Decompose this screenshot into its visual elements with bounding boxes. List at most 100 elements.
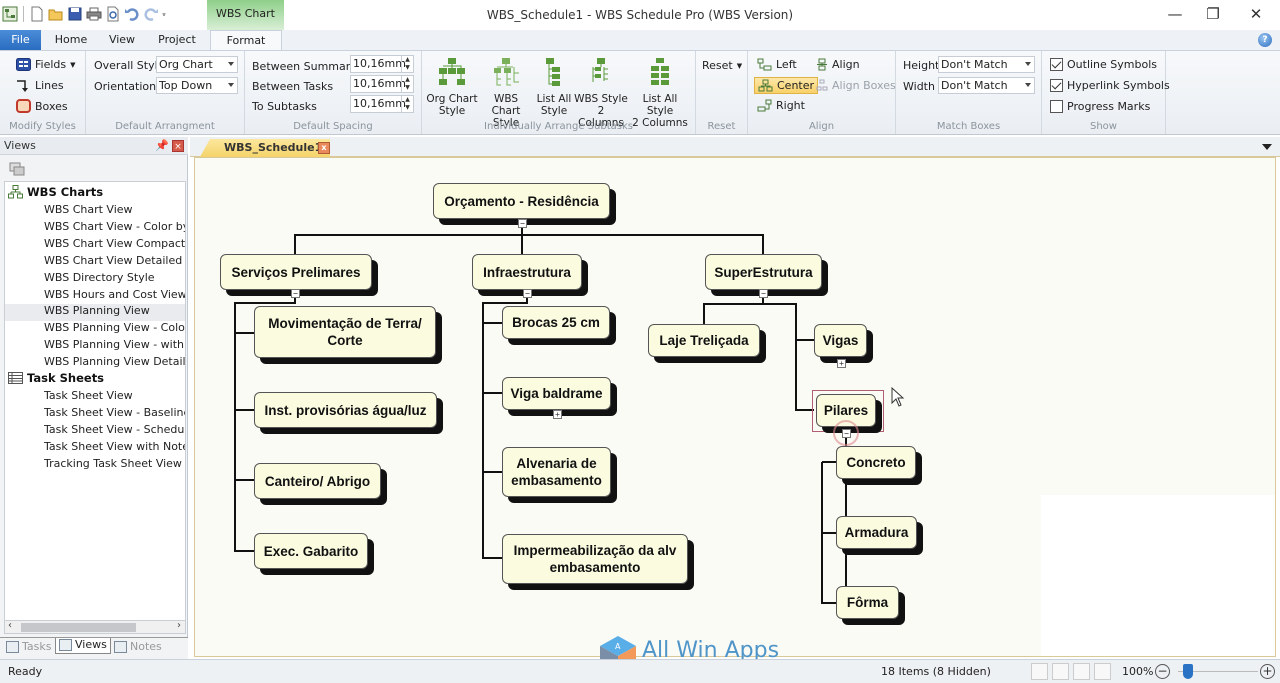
wbs-node-task[interactable]: Concreto bbox=[836, 446, 916, 479]
spin-up-icon[interactable]: ▲ bbox=[402, 96, 413, 104]
expand-icon[interactable]: + bbox=[553, 410, 562, 419]
tree-item-view[interactable]: WBS Chart View Detailed bbox=[44, 254, 185, 267]
boxes-button[interactable]: Boxes bbox=[16, 99, 68, 113]
tree-item-view-selected[interactable]: WBS Planning View bbox=[5, 304, 185, 321]
tree-item-view[interactable]: Task Sheet View with Notes bbox=[44, 440, 185, 453]
checkbox-checked[interactable] bbox=[1050, 79, 1063, 92]
wbs-node-task[interactable]: Alvenaria de embasamento bbox=[502, 447, 611, 497]
tab-file[interactable]: File bbox=[0, 30, 41, 50]
outline-view-icon[interactable] bbox=[1073, 663, 1090, 680]
collapse-icon[interactable]: − bbox=[518, 219, 527, 228]
tab-home[interactable]: Home bbox=[50, 30, 92, 50]
wbs-chart-canvas[interactable]: Orçamento - Residência − Serviços Prelim… bbox=[194, 157, 1276, 657]
width-match-select[interactable]: Don't Match bbox=[938, 77, 1035, 94]
help-icon[interactable]: ? bbox=[1258, 33, 1272, 47]
progress-marks-checkbox[interactable]: Progress Marks bbox=[1050, 100, 1150, 113]
scrollbar-thumb[interactable] bbox=[21, 623, 136, 632]
tab-project[interactable]: Project bbox=[152, 30, 202, 50]
wbs-node-root[interactable]: Orçamento - Residência bbox=[433, 183, 610, 219]
align-center-button[interactable]: Center bbox=[754, 77, 819, 94]
tree-item-view[interactable]: Task Sheet View - Baseline bbox=[44, 406, 185, 419]
wbs-node-task[interactable]: Brocas 25 cm bbox=[502, 306, 610, 339]
wbs-chart-view-icon[interactable] bbox=[1031, 663, 1048, 680]
tree-item-view[interactable]: WBS Chart View - Color by L bbox=[44, 220, 185, 233]
wbs-node-task[interactable]: Armadura bbox=[836, 516, 917, 549]
document-list-dropdown-icon[interactable] bbox=[1262, 144, 1272, 150]
wbs-node-summary[interactable]: Serviços Prelimares bbox=[220, 254, 372, 290]
spin-up-icon[interactable]: ▲ bbox=[402, 76, 413, 84]
close-document-button[interactable]: x bbox=[318, 142, 330, 154]
collapse-icon[interactable]: − bbox=[759, 289, 768, 298]
expand-icon[interactable]: + bbox=[837, 359, 846, 368]
wbs-node-task[interactable]: Inst. provisórias água/luz bbox=[254, 392, 437, 428]
orientation-select[interactable]: Top Down bbox=[156, 77, 238, 94]
tab-view[interactable]: View bbox=[103, 30, 141, 50]
close-panel-button[interactable]: × bbox=[172, 140, 184, 152]
list-all-style-button[interactable]: List All Style bbox=[534, 57, 574, 117]
copy-view-icon[interactable] bbox=[9, 162, 25, 176]
tab-views[interactable]: Views bbox=[55, 638, 111, 654]
hyperlink-symbols-checkbox[interactable]: Hyperlink Symbols bbox=[1050, 79, 1170, 92]
height-match-select[interactable]: Don't Match bbox=[938, 56, 1035, 73]
zoom-out-button[interactable]: − bbox=[1155, 664, 1170, 679]
minimize-button[interactable]: — bbox=[1160, 4, 1190, 24]
outline-symbols-checkbox[interactable]: Outline Symbols bbox=[1050, 58, 1157, 71]
spin-up-icon[interactable]: ▲ bbox=[402, 56, 413, 64]
tree-item-view[interactable]: Tracking Task Sheet View bbox=[44, 457, 185, 470]
wbs-node-task[interactable]: Movimentação de Terra/ Corte bbox=[254, 306, 436, 358]
tree-item-view[interactable]: WBS Chart View bbox=[44, 203, 185, 216]
org-chart-style-button[interactable]: Org Chart Style bbox=[426, 57, 478, 117]
tree-item-view[interactable]: WBS Planning View - with W bbox=[44, 338, 185, 351]
tree-category-wbs-charts[interactable]: WBS Charts bbox=[8, 185, 103, 199]
spin-down-icon[interactable]: ▼ bbox=[402, 104, 413, 112]
tree-item-view[interactable]: Task Sheet View bbox=[44, 389, 185, 402]
wbs-node-summary[interactable]: SuperEstrutura bbox=[705, 254, 822, 290]
wbs-node-task[interactable]: Exec. Gabarito bbox=[254, 533, 368, 569]
between-summaries-stepper[interactable]: 10,16mm ▲ ▼ bbox=[350, 55, 414, 73]
wbs-chart-style-button[interactable]: WBS Chart Style bbox=[478, 57, 534, 129]
wbs-node-summary[interactable]: Infraestrutura bbox=[472, 254, 582, 290]
tree-item-view[interactable]: WBS Planning View Detailed bbox=[44, 355, 185, 368]
wbs-node-task[interactable]: Fôrma bbox=[836, 586, 899, 619]
tree-item-view[interactable]: WBS Planning View - Color b bbox=[44, 321, 185, 334]
align-button[interactable]: Align bbox=[816, 58, 860, 71]
scroll-right-icon[interactable]: › bbox=[177, 620, 181, 631]
close-window-button[interactable]: ✕ bbox=[1241, 4, 1271, 24]
tree-item-view[interactable]: WBS Chart View Compact bbox=[44, 237, 185, 250]
wbs-node-task[interactable]: Vigas bbox=[814, 324, 867, 357]
horizontal-scrollbar[interactable]: ‹ › bbox=[4, 620, 186, 634]
maximize-button[interactable]: ❐ bbox=[1198, 4, 1228, 24]
checkbox-checked[interactable] bbox=[1050, 58, 1063, 71]
wbs-node-task[interactable]: Viga baldrame bbox=[502, 377, 611, 410]
spin-down-icon[interactable]: ▼ bbox=[402, 84, 413, 92]
overall-style-select[interactable]: Org Chart bbox=[156, 56, 238, 73]
wbs-node-task[interactable]: Canteiro/ Abrigo bbox=[254, 463, 381, 499]
collapse-icon[interactable]: − bbox=[523, 289, 532, 298]
list-all-style-2-columns-button[interactable]: List All Style 2 Columns bbox=[628, 57, 692, 129]
zoom-slider-thumb[interactable] bbox=[1182, 664, 1193, 679]
tab-format[interactable]: Format bbox=[210, 30, 282, 51]
collapse-icon[interactable]: − bbox=[291, 289, 300, 298]
tree-category-task-sheets[interactable]: Task Sheets bbox=[8, 371, 104, 385]
align-right-button[interactable]: Right bbox=[757, 99, 805, 112]
lines-button[interactable]: Lines bbox=[16, 79, 64, 92]
wbs-style-2-columns-button[interactable]: WBS Style 2 Columns bbox=[574, 57, 628, 129]
tab-notes[interactable]: Notes bbox=[114, 640, 162, 653]
spin-down-icon[interactable]: ▼ bbox=[402, 64, 413, 72]
network-view-icon[interactable] bbox=[1052, 663, 1069, 680]
fields-button[interactable]: Fields ▼ bbox=[16, 58, 76, 71]
to-subtasks-stepper[interactable]: 10,16mm ▲ ▼ bbox=[350, 95, 414, 113]
checkbox-unchecked[interactable] bbox=[1050, 100, 1063, 113]
tree-item-view[interactable]: Task Sheet View - Schedule bbox=[44, 423, 185, 436]
align-left-button[interactable]: Left bbox=[757, 58, 797, 71]
wbs-node-task[interactable]: Impermeabilização da alv embasamento bbox=[502, 534, 688, 584]
tab-tasks[interactable]: Tasks bbox=[6, 640, 51, 653]
align-boxes-button[interactable]: Align Boxes bbox=[816, 79, 896, 92]
between-tasks-stepper[interactable]: 10,16mm ▲ ▼ bbox=[350, 75, 414, 93]
pin-icon[interactable]: 📌 bbox=[155, 139, 169, 152]
tree-item-view[interactable]: WBS Directory Style bbox=[44, 271, 185, 284]
tree-item-view[interactable]: WBS Hours and Cost View bbox=[44, 288, 185, 301]
zoom-in-button[interactable]: + bbox=[1260, 664, 1275, 679]
document-tab[interactable]: WBS_Schedule1 x bbox=[200, 139, 330, 157]
sheet-view-icon[interactable] bbox=[1094, 663, 1111, 680]
